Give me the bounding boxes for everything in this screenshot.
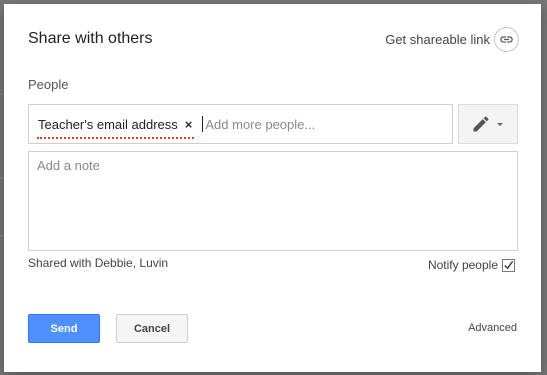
add-people-input[interactable] xyxy=(205,116,406,132)
cancel-button[interactable]: Cancel xyxy=(116,314,188,343)
advanced-link[interactable]: Advanced xyxy=(468,322,517,334)
dialog-title: Share with others xyxy=(28,30,153,47)
spellcheck-underline xyxy=(37,137,195,139)
note-field[interactable] xyxy=(28,151,518,251)
check-icon xyxy=(504,260,514,270)
chip-remove-icon[interactable]: × xyxy=(185,117,193,132)
people-field[interactable]: Teacher's email address × xyxy=(28,104,453,144)
notify-people-label: Notify people xyxy=(427,258,498,272)
share-dialog: Share with others Get shareable link Peo… xyxy=(4,4,541,372)
send-button[interactable]: Send xyxy=(28,314,100,343)
permission-dropdown-button[interactable] xyxy=(458,104,518,144)
caret-down-icon xyxy=(497,123,503,126)
people-label: People xyxy=(28,77,69,92)
share-link-label: Get shareable link xyxy=(385,31,490,47)
link-icon xyxy=(494,26,519,52)
text-cursor xyxy=(202,116,204,132)
notify-people-checkbox[interactable] xyxy=(502,258,515,272)
recipient-chip[interactable]: Teacher's email address × xyxy=(37,113,195,139)
pencil-icon xyxy=(473,116,489,132)
notify-people-option[interactable]: Notify people xyxy=(428,258,515,272)
recipient-chip-label: Teacher's email address xyxy=(38,116,178,132)
shared-with-text: Shared with Debbie, Luvin xyxy=(28,256,169,270)
note-input[interactable] xyxy=(37,158,509,244)
get-shareable-link-button[interactable]: Get shareable link xyxy=(385,26,519,52)
